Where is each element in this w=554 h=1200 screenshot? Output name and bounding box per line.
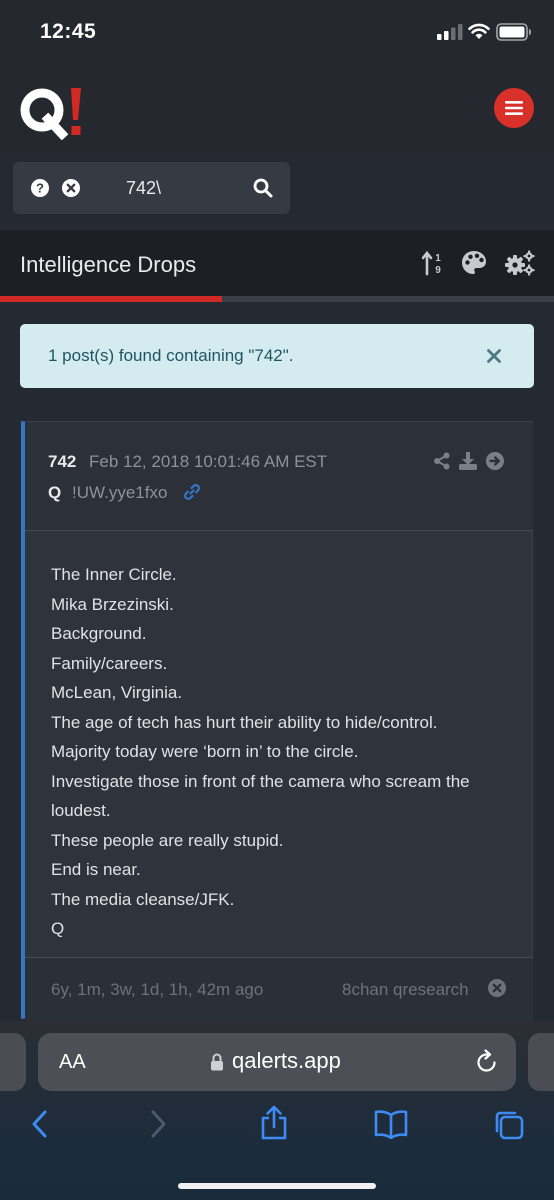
url-text[interactable]: qalerts.app <box>232 1048 341 1074</box>
tabs-icon[interactable] <box>493 1109 525 1141</box>
post-number[interactable]: 742 <box>48 452 76 472</box>
search-box: ? 742\ <box>13 162 290 214</box>
link-icon[interactable] <box>183 483 201 501</box>
page-title: Intelligence Drops <box>20 252 197 277</box>
settings-gears-icon[interactable] <box>505 250 535 276</box>
post-line: These people are really stupid. <box>51 830 284 850</box>
post-line: The media cleanse/JFK. <box>51 889 235 909</box>
svg-text:?: ? <box>36 181 44 196</box>
browser-bottom-bar: AA qalerts.app <box>0 1021 554 1200</box>
status-time: 12:45 <box>40 20 97 43</box>
post-line: The Inner Circle. <box>51 565 177 584</box>
reader-options-button[interactable]: AA <box>59 1051 86 1074</box>
post-line: Background. <box>51 624 147 643</box>
dismiss-icon[interactable] <box>488 979 506 997</box>
post-line: Family/careers. <box>51 653 168 673</box>
site-header: Q! <box>0 62 554 158</box>
menu-button[interactable] <box>494 88 534 128</box>
address-bar[interactable]: AA qalerts.app <box>38 1033 516 1091</box>
search-input[interactable]: 742\ <box>126 178 161 199</box>
post-line: End is near. <box>51 860 141 879</box>
post-tripcode: !UW.yye1fxo <box>72 483 168 502</box>
post-line: Majority today were ‘born in’ to the cir… <box>51 742 359 761</box>
post-line: Mika Brzezinski. <box>51 594 174 614</box>
post-footer: 6y, 1m, 3w, 1d, 1h, 42m ago 8chan qresea… <box>25 957 533 1021</box>
post-line: The age of tech has hurt their ability t… <box>51 712 438 732</box>
post-text: The Inner Circle. Mika Brzezinski. Backg… <box>51 560 521 944</box>
bookmarks-icon[interactable] <box>373 1109 409 1139</box>
section-header: Intelligence Drops 1 9 <box>0 230 554 296</box>
post-card: 742 Feb 12, 2018 10:01:46 AM EST Q !UW.y… <box>21 421 533 1021</box>
post-line: loudest. <box>51 801 111 820</box>
previous-tab-preview[interactable] <box>0 1033 26 1091</box>
back-icon[interactable] <box>30 1109 48 1139</box>
wifi-icon <box>468 23 490 39</box>
svg-text:9: 9 <box>435 265 441 276</box>
next-tab-preview[interactable] <box>528 1033 554 1091</box>
post-line: Investigate those in front of the camera… <box>51 771 470 791</box>
status-bar: 12:45 <box>0 0 554 62</box>
lock-icon <box>211 1053 223 1071</box>
search-icon[interactable] <box>253 178 273 198</box>
scroll-progress-bar <box>0 296 554 302</box>
post-header: 742 Feb 12, 2018 10:01:46 AM EST Q !UW.y… <box>25 422 533 531</box>
battery-icon <box>496 23 531 41</box>
post-author: Q <box>48 483 62 502</box>
help-icon[interactable]: ? <box>31 179 49 197</box>
svg-text:1: 1 <box>435 253 441 264</box>
post-board[interactable]: 8chan qresearch <box>342 980 469 1000</box>
cellular-signal-icon <box>437 24 463 40</box>
post-line: Q <box>51 919 65 938</box>
search-result-alert: 1 post(s) found containing "742". <box>20 324 534 388</box>
q-logo[interactable]: Q! <box>18 84 84 140</box>
go-to-post-icon[interactable] <box>486 452 504 470</box>
sort-icon[interactable]: 1 9 <box>422 250 444 276</box>
alert-message: 1 post(s) found containing "742". <box>48 346 294 365</box>
post-age: 6y, 1m, 3w, 1d, 1h, 42m ago <box>51 980 264 999</box>
forward-icon[interactable] <box>150 1109 168 1139</box>
share-sheet-icon[interactable] <box>259 1105 289 1141</box>
clear-search-icon[interactable] <box>62 179 80 197</box>
hamburger-icon <box>505 101 523 115</box>
download-icon[interactable] <box>459 452 477 470</box>
post-date: Feb 12, 2018 10:01:46 AM EST <box>89 452 328 471</box>
home-indicator[interactable] <box>178 1183 376 1189</box>
reload-icon[interactable] <box>476 1049 498 1073</box>
share-icon[interactable] <box>433 452 451 470</box>
progress-fill <box>0 296 222 302</box>
palette-icon[interactable] <box>461 250 487 276</box>
close-icon[interactable] <box>487 349 501 363</box>
post-line: McLean, Virginia. <box>51 683 183 702</box>
